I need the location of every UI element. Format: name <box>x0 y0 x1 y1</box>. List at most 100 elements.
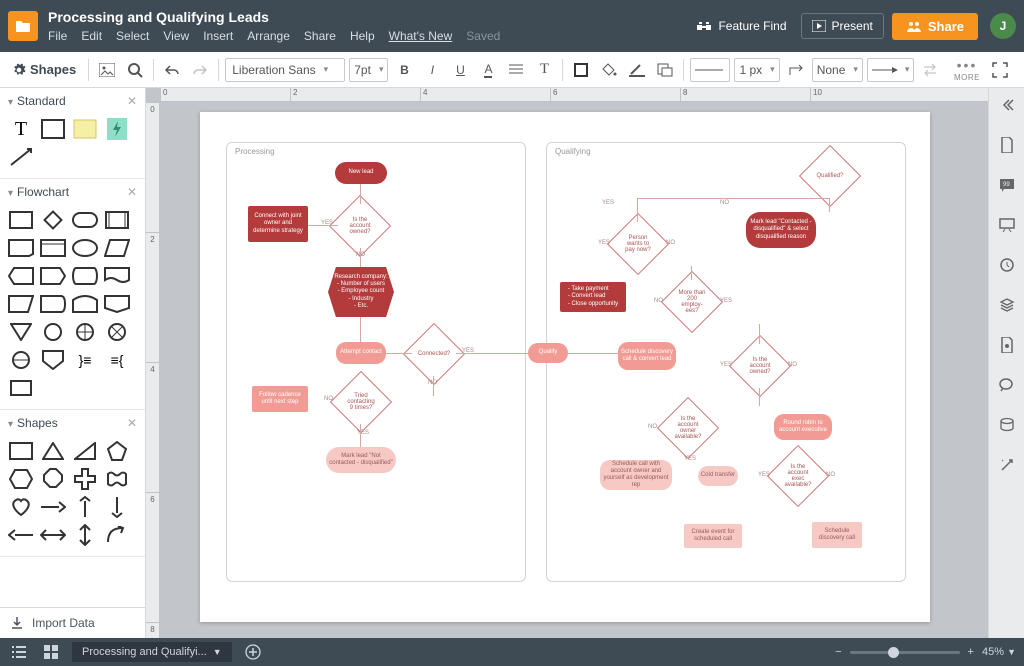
list-view-icon[interactable] <box>8 641 30 663</box>
menu-edit[interactable]: Edit <box>81 29 102 43</box>
bolt-shape[interactable] <box>102 116 132 142</box>
close-icon[interactable]: ✕ <box>127 416 137 430</box>
zoom-level[interactable]: 45% ▼ <box>982 646 1016 658</box>
zoom-in-button[interactable]: + <box>968 646 974 658</box>
shape-style-button[interactable] <box>653 58 677 82</box>
note-shape[interactable] <box>70 116 100 142</box>
import-data-button[interactable]: Import Data <box>0 607 145 638</box>
people-icon <box>906 20 922 32</box>
share-button[interactable]: Share <box>892 13 978 40</box>
add-page-button[interactable] <box>242 641 264 663</box>
node-qualify[interactable]: Qualify <box>528 343 568 363</box>
grid-view-icon[interactable] <box>40 641 62 663</box>
history-icon[interactable] <box>996 254 1018 276</box>
node-owner-available[interactable]: Is the account owner available? <box>666 406 710 450</box>
node-exec-available[interactable]: Is the account exec available? <box>776 454 820 498</box>
zoom-out-button[interactable]: − <box>835 646 841 658</box>
line-shape[interactable] <box>6 144 36 170</box>
node-round-robin[interactable]: Round robin to account executive <box>774 414 832 440</box>
line-color-button[interactable] <box>625 58 649 82</box>
shapes-button[interactable]: Shapes <box>30 62 76 77</box>
node-account-owned-2[interactable]: Is the account owned? <box>738 344 782 388</box>
bold-button[interactable]: B <box>392 58 416 82</box>
comment-icon[interactable]: 99 <box>996 174 1018 196</box>
node-follow-cadence[interactable]: Follow cadence until next step <box>252 386 308 412</box>
image-icon[interactable] <box>95 58 119 82</box>
footer: Processing and Qualifyi...▼ − + 45% ▼ <box>0 638 1024 666</box>
align-button[interactable] <box>504 58 528 82</box>
folder-icon[interactable] <box>8 11 38 41</box>
node-new-lead[interactable]: New lead <box>335 162 387 184</box>
rect-shape[interactable] <box>38 116 68 142</box>
menu-help[interactable]: Help <box>350 29 375 43</box>
node-cold-transfer[interactable]: Cold transfer <box>698 466 738 486</box>
more-button[interactable]: ••• MORE <box>954 57 980 82</box>
page-tab[interactable]: Processing and Qualifyi...▼ <box>72 642 232 662</box>
node-connected[interactable]: Connected? <box>412 332 456 376</box>
horizontal-ruler: 0246810 <box>160 88 988 102</box>
menu-insert[interactable]: Insert <box>203 29 233 43</box>
node-attempt-contact[interactable]: Attempt contact <box>336 342 386 364</box>
arrow-end-select[interactable]: ▾ <box>867 58 915 82</box>
node-schedule-convert[interactable]: Schedule discovery call & convert lead <box>618 342 676 370</box>
menu-whats-new[interactable]: What's New <box>389 29 453 43</box>
node-over-200[interactable]: More than 200 employ-ees? <box>670 280 714 324</box>
node-connect-owner[interactable]: Connect with joint owner and determine s… <box>248 206 308 242</box>
text-color-button[interactable]: A <box>476 58 500 82</box>
node-contacted-disq[interactable]: Mark lead "Contacted - disqualified" & s… <box>746 212 816 248</box>
line-style-select[interactable] <box>690 58 730 82</box>
node-tried-9[interactable]: Tried contacting 9 times? <box>339 380 383 424</box>
chat-icon[interactable] <box>996 374 1018 396</box>
node-research[interactable]: Research company: - Number of users - Em… <box>328 267 394 317</box>
user-avatar[interactable]: J <box>990 13 1016 39</box>
layers-icon[interactable] <box>996 294 1018 316</box>
fullscreen-button[interactable] <box>988 58 1012 82</box>
page-icon[interactable] <box>996 134 1018 156</box>
stroke-width-select[interactable]: 1 px <box>734 58 779 82</box>
font-size-select[interactable]: 7pt <box>349 58 388 82</box>
undo-button[interactable] <box>160 58 184 82</box>
text-tool-button[interactable]: T <box>532 58 556 82</box>
present-button[interactable]: Present <box>801 13 884 39</box>
zoom-slider[interactable] <box>850 651 960 654</box>
magic-icon[interactable] <box>996 454 1018 476</box>
menu-file[interactable]: File <box>48 29 67 43</box>
node-qualified[interactable]: Qualified? <box>808 154 852 198</box>
data-icon[interactable] <box>996 414 1018 436</box>
redo-button[interactable] <box>188 58 212 82</box>
node-schedule-owner[interactable]: Schedule call with account owner and you… <box>600 460 672 490</box>
swap-arrows-button[interactable] <box>918 58 942 82</box>
node-create-event[interactable]: Create event for scheduled call <box>684 524 742 548</box>
collapse-rail-button[interactable] <box>996 94 1018 116</box>
document-title[interactable]: Processing and Qualifying Leads <box>48 9 690 25</box>
section-shapes[interactable]: ▾Shapes ✕ <box>0 410 145 436</box>
node-take-payment[interactable]: - Take payment - Convert lead - Close op… <box>560 282 626 312</box>
node-pay-now[interactable]: Person wants to pay now? <box>616 222 660 266</box>
close-icon[interactable]: ✕ <box>127 185 137 199</box>
paint-bucket-icon[interactable] <box>597 58 621 82</box>
section-standard[interactable]: ▾Standard ✕ <box>0 88 145 114</box>
menu-arrange[interactable]: Arrange <box>247 29 290 43</box>
italic-button[interactable]: I <box>420 58 444 82</box>
app-header: Processing and Qualifying Leads File Edi… <box>0 0 1024 52</box>
fill-button[interactable] <box>569 58 593 82</box>
page[interactable]: Processing Qualifying New lead Is the ac… <box>200 112 930 622</box>
arrow-start-select[interactable]: None <box>812 58 863 82</box>
menu-share[interactable]: Share <box>304 29 336 43</box>
menu-view[interactable]: View <box>163 29 189 43</box>
font-select[interactable]: Liberation Sans <box>225 58 345 82</box>
underline-button[interactable]: U <box>448 58 472 82</box>
document-icon[interactable] <box>996 334 1018 356</box>
node-schedule-discovery[interactable]: Schedule discovery call <box>812 522 862 548</box>
canvas[interactable]: 0246810 02468 Processing Qualifying New … <box>146 88 988 638</box>
feature-find-button[interactable]: Feature Find <box>690 15 792 37</box>
text-shape[interactable]: T <box>6 116 36 142</box>
present-icon[interactable] <box>996 214 1018 236</box>
search-icon[interactable] <box>123 58 147 82</box>
section-flowchart[interactable]: ▾Flowchart ✕ <box>0 179 145 205</box>
close-icon[interactable]: ✕ <box>127 94 137 108</box>
node-account-owned[interactable]: Is the account owned? <box>338 204 382 248</box>
menu-select[interactable]: Select <box>116 29 149 43</box>
node-not-contacted[interactable]: Mark lead "Not contacted - disqualified" <box>326 447 396 473</box>
line-type-button[interactable] <box>784 58 808 82</box>
